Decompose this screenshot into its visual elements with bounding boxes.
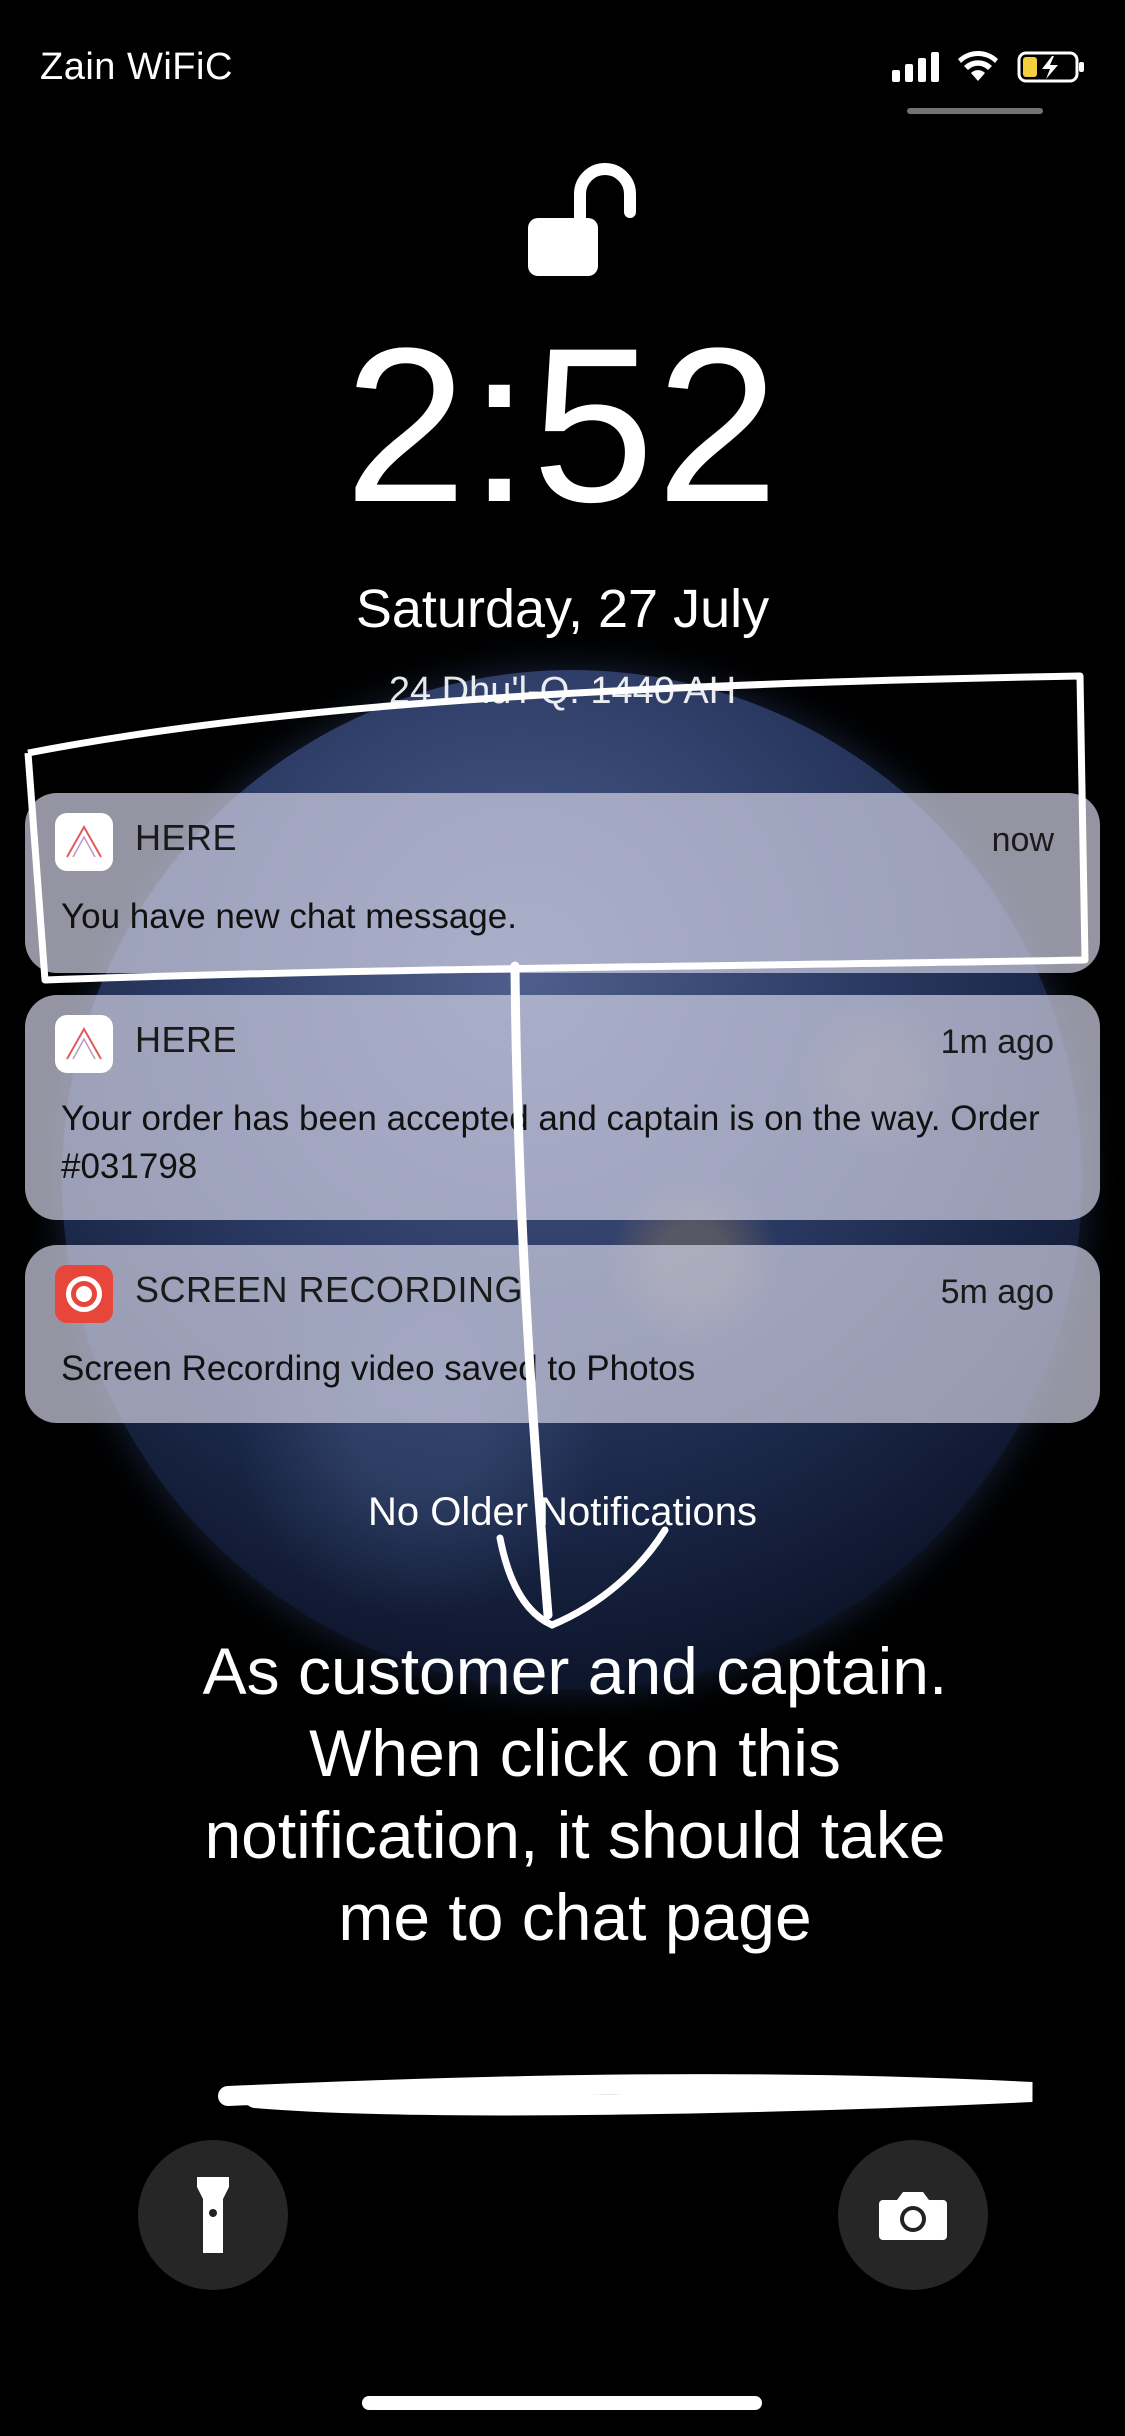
flashlight-icon	[197, 2177, 229, 2253]
notification-here-chat[interactable]: HERE now You have new chat message.	[25, 793, 1100, 973]
carrier-label: Zain WiFiC	[40, 46, 233, 88]
hijri-date: 24 Dhu'l-Q. 1440 AH	[388, 670, 737, 712]
annotation-caption: As customer and captain. When click on t…	[202, 1634, 948, 1954]
camera-icon	[879, 2192, 947, 2240]
notification-time: now	[991, 821, 1054, 859]
notification-body: Your order has been accepted and captain…	[61, 1099, 1040, 1186]
status-icons	[892, 50, 1087, 84]
notification-screen-recording[interactable]: SCREEN RECORDING 5m ago Screen Recording…	[25, 1245, 1100, 1423]
home-indicator[interactable]	[362, 2396, 762, 2410]
lock-screen: Zain WiFiC 2:52 Saturday, 27 July 24 Dhu…	[0, 0, 1125, 2436]
notification-app-name: HERE	[135, 1019, 238, 1060]
control-center-grabber[interactable]	[907, 108, 1043, 114]
clock-date: Saturday, 27 July	[355, 579, 770, 639]
notification-body: You have new chat message.	[61, 897, 517, 936]
signal-icon	[892, 52, 939, 82]
here-app-icon	[55, 1015, 113, 1073]
wifi-icon	[958, 51, 998, 81]
screen-recording-icon	[55, 1265, 113, 1323]
flashlight-button[interactable]	[138, 2140, 288, 2290]
notification-here-order[interactable]: HERE 1m ago Your order has been accepted…	[25, 995, 1100, 1220]
notification-time: 1m ago	[940, 1023, 1054, 1061]
clock-time: 2:52	[344, 302, 781, 548]
notification-app-name: HERE	[135, 817, 238, 858]
battery-charging-icon	[1017, 51, 1084, 83]
no-older-notifications: No Older Notifications	[367, 1490, 758, 1534]
notification-app-name: SCREEN RECORDING	[135, 1269, 524, 1310]
notification-body: Screen Recording video saved to Photos	[61, 1349, 696, 1388]
camera-button[interactable]	[838, 2140, 988, 2290]
notification-time: 5m ago	[940, 1273, 1054, 1311]
unlocked-padlock-icon	[528, 163, 636, 276]
here-app-icon	[55, 813, 113, 871]
